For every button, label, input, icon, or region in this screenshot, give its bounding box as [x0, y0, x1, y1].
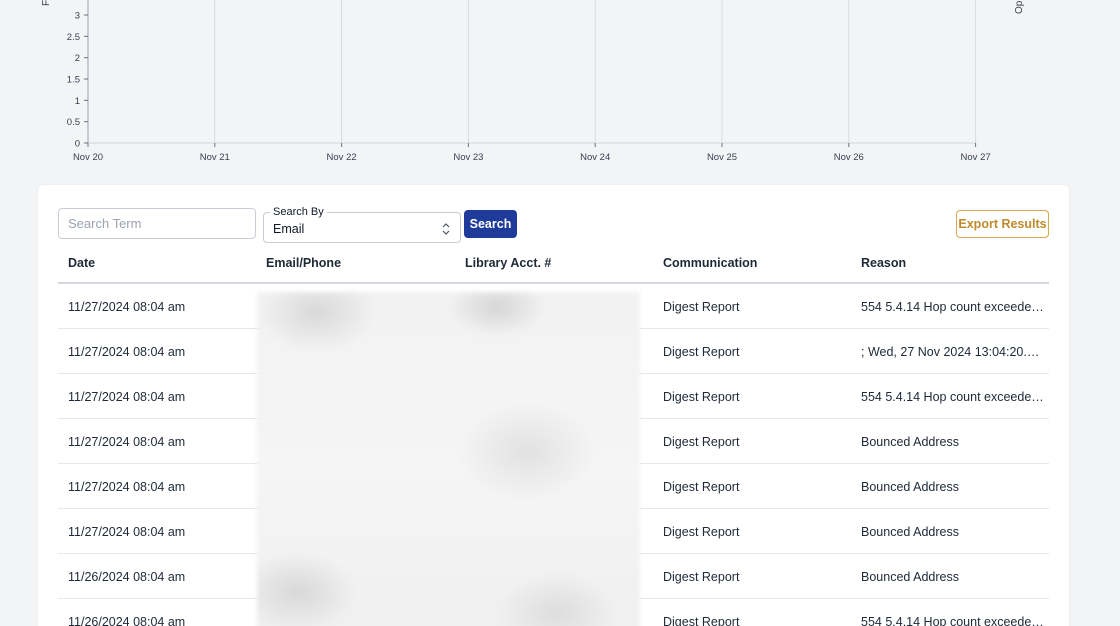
cell-communication: Digest Report [663, 300, 740, 314]
cell-date: 11/27/2024 08:04 am [68, 525, 186, 539]
x-tick-label: Nov 26 [834, 152, 864, 163]
cell-reason: Bounced Address [861, 435, 959, 449]
failures-chart: Nov 20 Nov 21 Nov 22 Nov 23 Nov 24 Nov 25 Nov … [0, 0, 1120, 172]
header-email-phone[interactable]: Email/Phone [266, 256, 456, 270]
y-tick-label: 2.5 [67, 32, 80, 43]
y-axis-label: Fa [41, 0, 52, 6]
x-tick-label: Nov 23 [453, 152, 483, 163]
x-tick-label: Nov 20 [73, 152, 103, 163]
header-reason[interactable]: Reason [861, 256, 1044, 270]
results-card: Search By Email Search Export Results Da… [38, 185, 1069, 626]
cell-reason: 554 5.4.14 Hop count exceeded - possible… [861, 390, 1044, 404]
cell-communication: Digest Report [663, 525, 740, 539]
cell-communication: Digest Report [663, 390, 740, 404]
cell-date: 11/27/2024 08:04 am [68, 345, 186, 359]
cell-date: 11/27/2024 08:04 am [68, 435, 186, 449]
y-tick-label: 1.5 [67, 75, 80, 86]
y2-axis-label: Op [1014, 0, 1025, 14]
header-library-acct[interactable]: Library Acct. # [465, 256, 655, 270]
chevron-up-down-icon [442, 223, 450, 235]
cell-reason: 554 5.4.14 Hop count exceeded - possible… [861, 300, 1044, 314]
y-tick-label: 0.5 [67, 117, 80, 128]
cell-communication: Digest Report [663, 480, 740, 494]
cell-communication: Digest Report [663, 435, 740, 449]
y-tick-label: 2 [75, 53, 80, 64]
x-tick-label: Nov 24 [580, 152, 610, 163]
search-button[interactable]: Search [464, 210, 517, 238]
cell-date: 11/27/2024 08:04 am [68, 390, 186, 404]
redacted-region [257, 292, 640, 626]
header-date[interactable]: Date [68, 256, 258, 270]
search-by-select[interactable]: Search By Email [263, 206, 461, 243]
cell-date: 11/26/2024 08:04 am [68, 570, 186, 584]
cell-date: 11/27/2024 08:04 am [68, 300, 186, 314]
search-by-value: Email [273, 222, 305, 236]
cell-reason: Bounced Address [861, 570, 959, 584]
table-header: Date Email/Phone Library Acct. # Communi… [58, 249, 1049, 284]
toolbar: Search By Email Search Export Results [58, 206, 1049, 244]
x-tick-label: Nov 21 [200, 152, 230, 163]
y-tick-label: 1 [75, 96, 80, 107]
cell-reason: 554 5.4.14 Hop count exceeded - possible… [861, 615, 1044, 626]
export-results-button[interactable]: Export Results [956, 210, 1049, 238]
cell-communication: Digest Report [663, 615, 740, 626]
chart-svg: Nov 20 Nov 21 Nov 22 Nov 23 Nov 24 Nov 25 Nov … [41, 0, 1025, 163]
cell-communication: Digest Report [663, 570, 740, 584]
header-communication[interactable]: Communication [663, 256, 853, 270]
y-tick-label: 3 [75, 11, 80, 22]
search-by-label: Search By [270, 206, 327, 218]
x-tick-label: Nov 25 [707, 152, 737, 163]
cell-date: 11/26/2024 08:04 am [68, 615, 186, 626]
cell-reason: Bounced Address [861, 480, 959, 494]
x-tick-label: Nov 27 [961, 152, 991, 163]
cell-reason: ; Wed, 27 Nov 2024 13:04:20.500 +0000 [861, 345, 1044, 359]
search-input[interactable] [58, 208, 256, 239]
cell-communication: Digest Report [663, 345, 740, 359]
x-tick-label: Nov 22 [327, 152, 357, 163]
y-tick-label: 0 [75, 139, 80, 150]
cell-date: 11/27/2024 08:04 am [68, 480, 186, 494]
cell-reason: Bounced Address [861, 525, 959, 539]
